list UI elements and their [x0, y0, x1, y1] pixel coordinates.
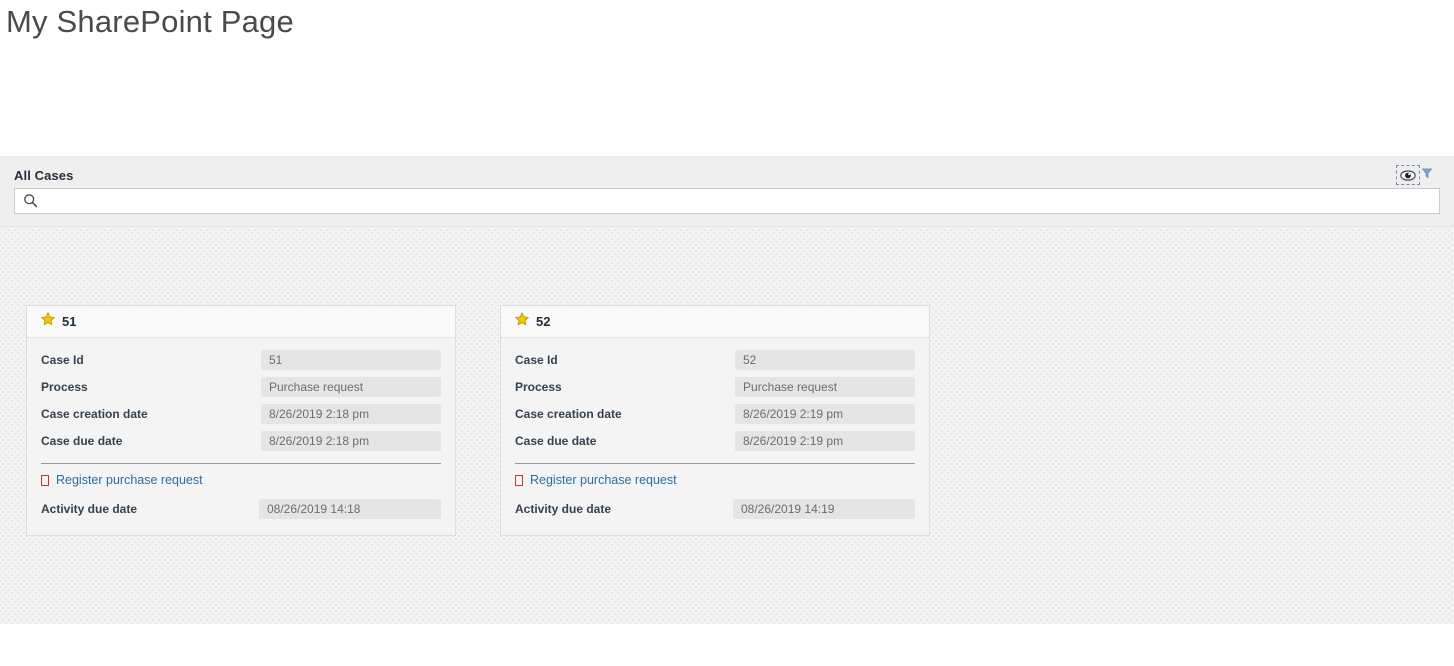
- tofu-icon: [41, 474, 49, 486]
- activity-section: Register purchase request Activity due d…: [501, 464, 929, 535]
- field-label: Case creation date: [515, 407, 622, 421]
- field-label: Activity due date: [41, 502, 138, 516]
- field-row: Process Purchase request: [515, 377, 915, 397]
- field-row: Activity due date 08/26/2019 14:18: [41, 499, 441, 519]
- field-value: 8/26/2019 2:18 pm: [261, 404, 441, 424]
- activity-link-label: Register purchase request: [56, 473, 203, 487]
- cards-area: 51 Case Id 51 Process Purchase request C…: [0, 227, 1454, 623]
- activity-link[interactable]: Register purchase request: [515, 473, 915, 487]
- case-card-header: 51: [27, 306, 455, 338]
- field-row: Activity due date 08/26/2019 14:19: [515, 499, 915, 519]
- cards-list: 51 Case Id 51 Process Purchase request C…: [26, 305, 930, 536]
- field-label: Process: [515, 380, 562, 394]
- view-selector[interactable]: [1396, 165, 1433, 185]
- field-row: Case creation date 8/26/2019 2:19 pm: [515, 404, 915, 424]
- search-field-wrapper: [14, 188, 1440, 214]
- field-label: Case due date: [41, 434, 123, 448]
- field-row: Case creation date 8/26/2019 2:18 pm: [41, 404, 441, 424]
- field-label: Case due date: [515, 434, 597, 448]
- field-value: Purchase request: [735, 377, 915, 397]
- field-label: Case Id: [515, 353, 558, 367]
- eye-icon-box[interactable]: [1396, 165, 1420, 185]
- field-label: Case Id: [41, 353, 84, 367]
- case-card-title: 52: [536, 314, 551, 329]
- field-row: Case Id 51: [41, 350, 441, 370]
- eye-icon: [1400, 169, 1416, 181]
- activity-link-label: Register purchase request: [530, 473, 677, 487]
- case-card[interactable]: 51 Case Id 51 Process Purchase request C…: [26, 305, 456, 536]
- field-value: 8/26/2019 2:19 pm: [735, 404, 915, 424]
- widget-title: All Cases: [14, 168, 74, 183]
- case-card[interactable]: 52 Case Id 52 Process Purchase request C…: [500, 305, 930, 536]
- case-card-header: 52: [501, 306, 929, 338]
- all-cases-widget: All Cases 51 Case Id 51 Process Purchase…: [0, 156, 1454, 624]
- field-value: Purchase request: [261, 377, 441, 397]
- activity-link[interactable]: Register purchase request: [41, 473, 441, 487]
- star-icon[interactable]: [515, 312, 529, 331]
- search-input[interactable]: [14, 188, 1440, 214]
- widget-header: All Cases: [0, 156, 1454, 227]
- case-card-body: Case Id 52 Process Purchase request Case…: [501, 338, 929, 451]
- field-row: Case due date 8/26/2019 2:19 pm: [515, 431, 915, 451]
- field-value: 08/26/2019 14:19: [733, 499, 915, 519]
- star-icon[interactable]: [41, 312, 55, 331]
- funnel-icon[interactable]: [1421, 166, 1433, 184]
- field-label: Case creation date: [41, 407, 148, 421]
- field-value: 8/26/2019 2:18 pm: [261, 431, 441, 451]
- page-title: My SharePoint Page: [6, 4, 294, 39]
- field-value: 51: [261, 350, 441, 370]
- field-label: Activity due date: [515, 502, 612, 516]
- case-card-title: 51: [62, 314, 77, 329]
- field-label: Process: [41, 380, 88, 394]
- field-value: 8/26/2019 2:19 pm: [735, 431, 915, 451]
- field-value: 08/26/2019 14:18: [259, 499, 441, 519]
- field-row: Case Id 52: [515, 350, 915, 370]
- tofu-icon: [515, 474, 523, 486]
- field-row: Process Purchase request: [41, 377, 441, 397]
- field-row: Case due date 8/26/2019 2:18 pm: [41, 431, 441, 451]
- case-card-body: Case Id 51 Process Purchase request Case…: [27, 338, 455, 451]
- field-value: 52: [735, 350, 915, 370]
- activity-section: Register purchase request Activity due d…: [27, 464, 455, 535]
